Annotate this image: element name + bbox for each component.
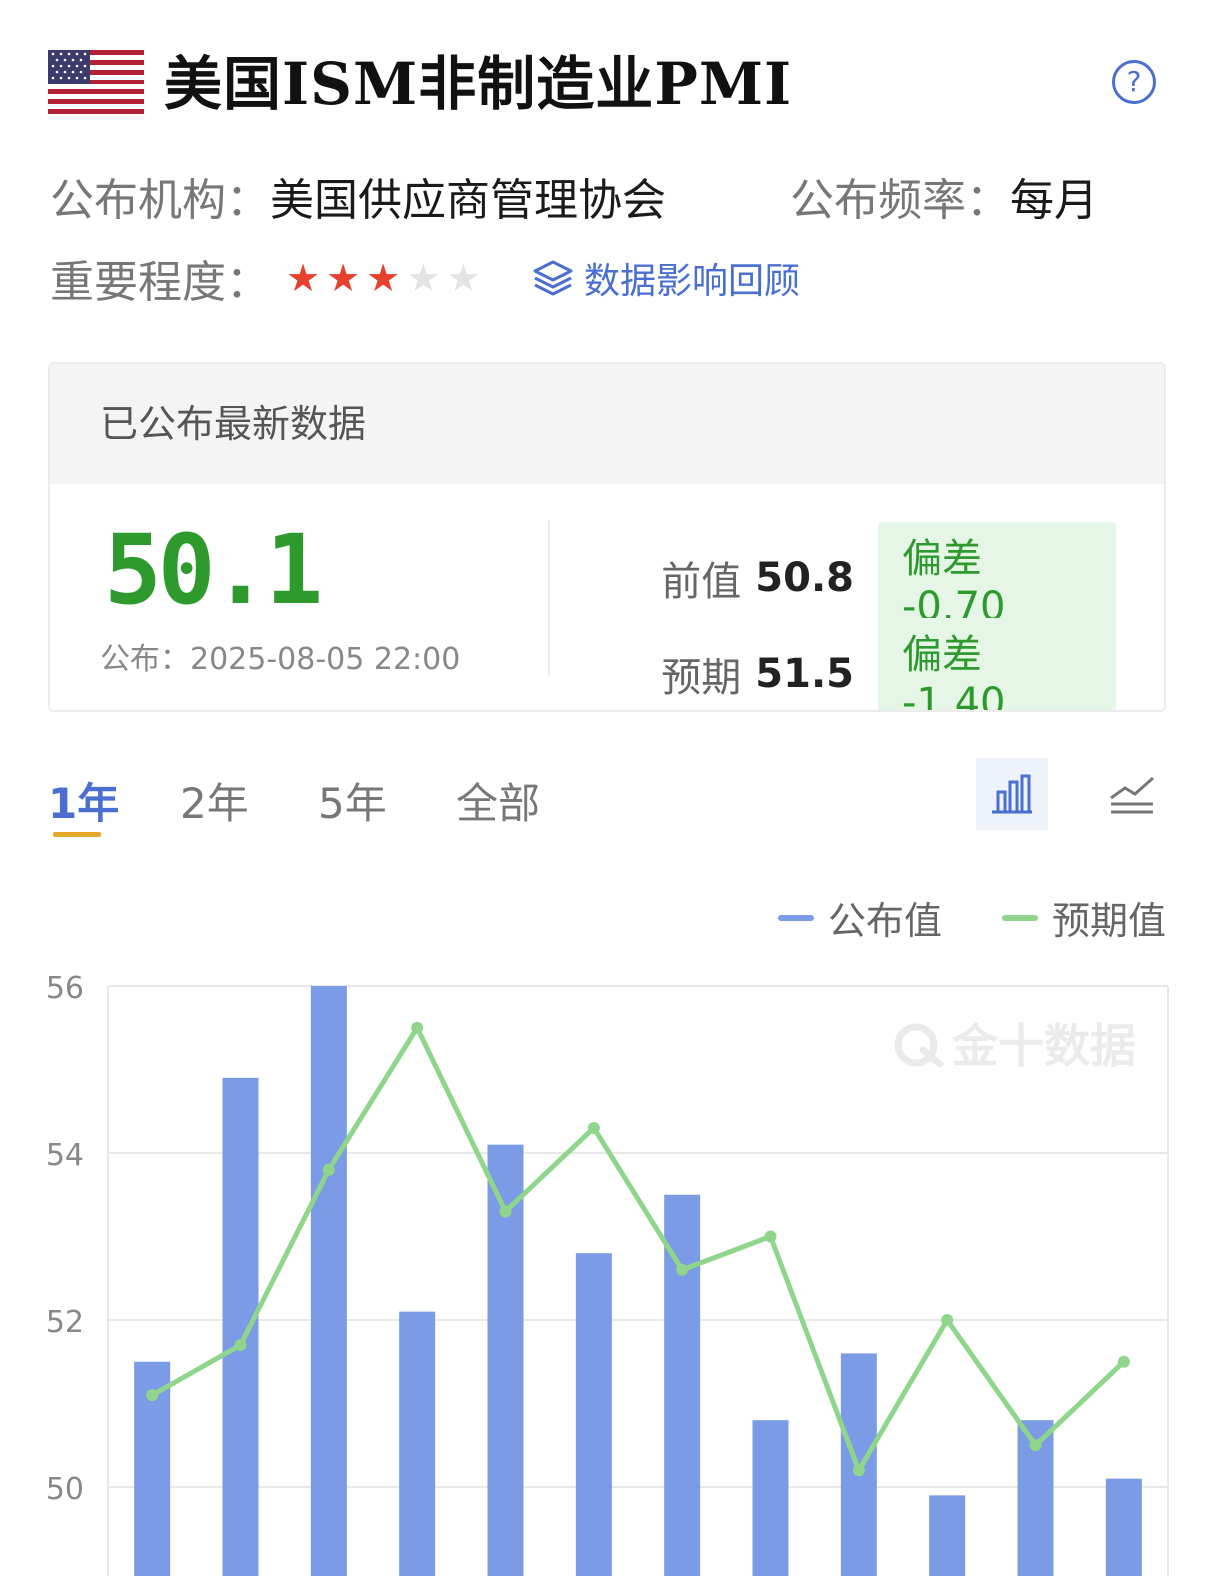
forecast-series-line — [150, 1025, 1126, 1473]
frequency-value: 每月 — [1010, 175, 1098, 226]
forecast-deviation-badge: 偏差 -1.40 — [878, 618, 1116, 710]
meta-row-publisher: 公布机构：美国供应商管理协会 公布频率：每月 — [50, 164, 1098, 228]
help-icon[interactable]: ? — [1112, 60, 1156, 104]
actual-bar — [399, 1311, 436, 1576]
star-icon: ★ — [286, 256, 321, 300]
publisher-label: 公布机构： — [50, 175, 270, 226]
actual-bar — [929, 1495, 966, 1576]
legend-label-forecast: 预期值 — [1051, 899, 1166, 943]
forecast-value: 51.5 — [755, 651, 854, 697]
pmi-chart: 56 54 52 50 金十数据 — [46, 971, 1169, 1576]
forecast-point — [1029, 1439, 1042, 1452]
legend-swatch-actual — [777, 914, 814, 921]
tab-all[interactable]: 全部 — [456, 770, 540, 831]
actual-bar — [222, 1077, 259, 1576]
publish-time: 公布：2025-08-05 22:00 — [100, 642, 461, 677]
actual-value: 50.1 — [104, 514, 323, 626]
forecast-point — [499, 1205, 512, 1218]
forecast-point — [234, 1339, 247, 1352]
star-icon: ★ — [326, 256, 361, 300]
watermark-text: 金十数据 — [951, 1019, 1136, 1073]
actual-bar — [310, 986, 347, 1576]
chart-grid — [107, 985, 1169, 1576]
importance-stars: ★ ★ ★ ★ ★ — [286, 258, 480, 298]
star-icon: ★ — [366, 256, 401, 300]
latest-data-card: 已公布最新数据 50.1 公布：2025-08-05 22:00 前值 50.8… — [48, 362, 1166, 712]
star-icon: ★ — [446, 256, 481, 300]
page-header: 美国ISM非制造业PMI ? — [48, 40, 1172, 130]
review-link-label: 数据影响回顾 — [584, 261, 801, 302]
legend-label-actual: 公布值 — [827, 899, 942, 943]
legend-swatch-forecast — [1001, 914, 1038, 921]
frequency-group: 公布频率：每月 — [790, 164, 1098, 228]
latest-data-heading: 已公布最新数据 — [50, 364, 1164, 484]
tab-2y[interactable]: 2年 — [180, 770, 249, 831]
actual-bar — [1105, 1478, 1142, 1576]
y-tick-label: 56 — [46, 971, 84, 1006]
tab-1y[interactable]: 1年 — [48, 770, 119, 831]
forecast-point — [764, 1230, 777, 1243]
bar-view-button[interactable] — [976, 758, 1048, 830]
us-flag-icon — [48, 50, 144, 114]
active-tab-indicator — [53, 832, 101, 837]
importance-label: 重要程度： — [50, 257, 270, 308]
actual-bar — [752, 1420, 789, 1576]
bar-chart-icon — [992, 774, 1032, 814]
data-impact-review-link[interactable]: 数据影响回顾 — [532, 252, 800, 304]
line-view-button[interactable] — [1096, 758, 1168, 830]
forecast-point — [322, 1163, 335, 1176]
previous-label: 前值 — [661, 559, 742, 605]
forecast-point — [941, 1314, 954, 1326]
watermark: 金十数据 — [894, 1019, 1136, 1073]
meta-row-importance: 重要程度： ★ ★ ★ ★ ★ 数据影响回顾 — [50, 246, 800, 310]
forecast-point — [676, 1263, 689, 1276]
card-divider — [548, 520, 550, 676]
previous-value: 50.8 — [755, 555, 854, 601]
legend-item-forecast[interactable]: 预期值 — [1001, 890, 1166, 945]
actual-bar — [575, 1253, 612, 1576]
y-tick-label: 50 — [46, 1472, 84, 1507]
forecast-point — [852, 1464, 865, 1477]
page-title: 美国ISM非制造业PMI — [164, 50, 793, 118]
layers-icon — [533, 260, 573, 296]
forecast-label: 预期 — [661, 655, 742, 701]
legend-item-actual[interactable]: 公布值 — [777, 890, 942, 945]
y-axis-labels: 56 54 52 50 — [46, 971, 84, 1507]
star-icon: ★ — [406, 256, 441, 300]
forecast-line — [146, 1021, 1130, 1477]
forecast-row: 预期 51.5 偏差 -1.40 — [661, 618, 1116, 710]
forecast-point — [146, 1389, 159, 1402]
frequency-label: 公布频率： — [790, 175, 1010, 226]
y-tick-label: 54 — [46, 1138, 84, 1173]
chart-legend: 公布值 预期值 — [777, 890, 1166, 945]
y-tick-label: 52 — [46, 1305, 84, 1340]
forecast-point — [1117, 1355, 1130, 1368]
tab-5y[interactable]: 5年 — [318, 770, 387, 831]
publisher-value: 美国供应商管理协会 — [270, 175, 666, 226]
forecast-point — [411, 1021, 424, 1034]
forecast-point — [587, 1121, 600, 1134]
line-chart-icon — [1110, 776, 1154, 814]
